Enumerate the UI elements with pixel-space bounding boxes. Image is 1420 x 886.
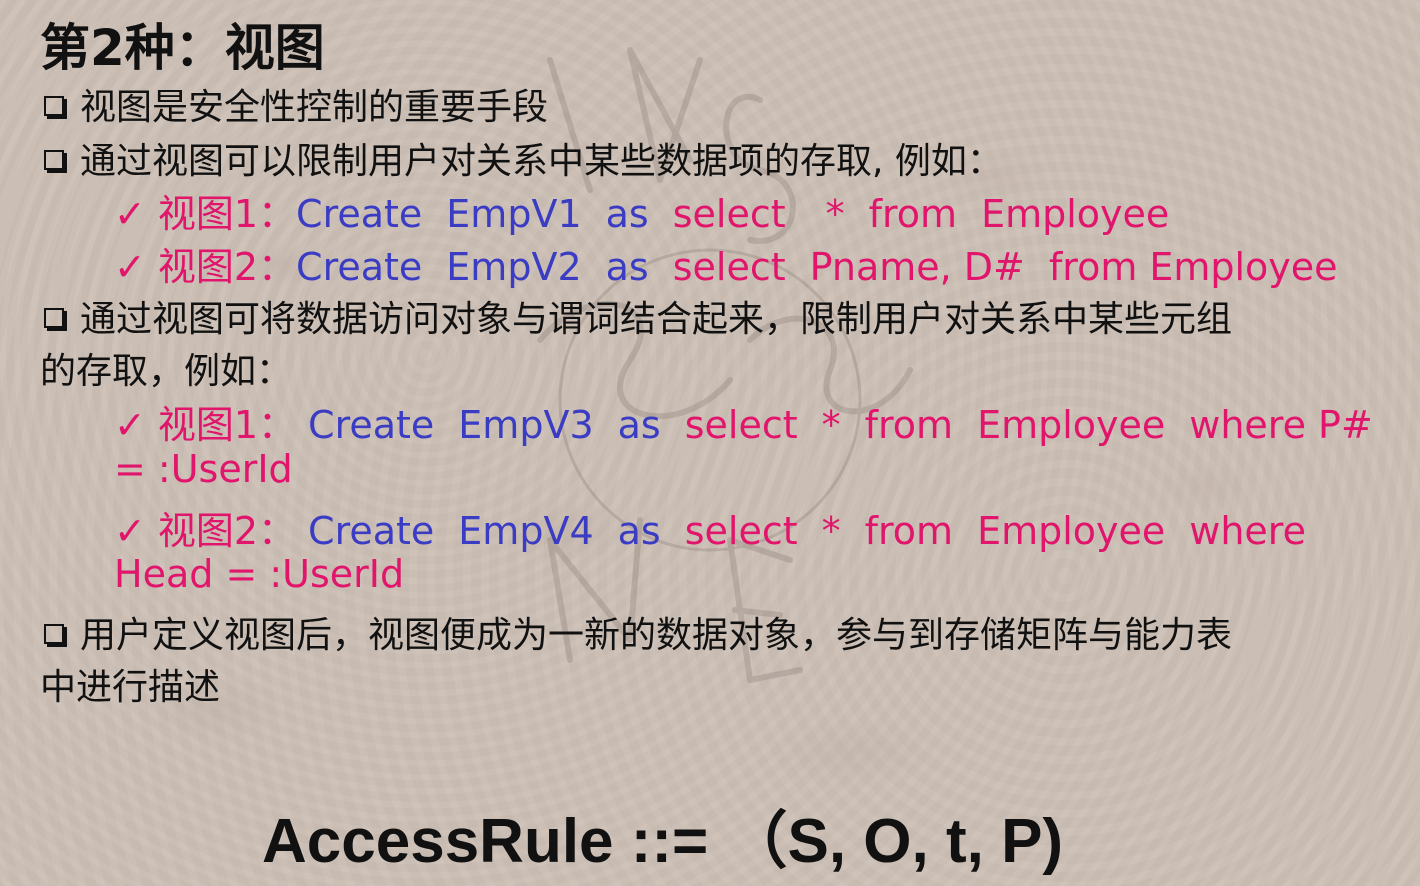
bullet-4-text: 用户定义视图后，视图便成为一新的数据对象，参与到存储矩阵与能力表 [80,615,1233,656]
check-icon: ✓ [114,403,146,447]
sql-columns: * [821,509,841,553]
sql-keyword-select: select [684,509,798,553]
access-rule-formula: AccessRule ::= （S, O, t, P) [262,807,1064,876]
bullet-4: 用户定义视图后，视图便成为一新的数据对象，参与到存储矩阵与能力表 [44,606,1232,658]
sql-columns: Pname, D# [809,245,1025,289]
sql-columns: * [825,192,845,236]
bullet-4-continuation: 中进行描述 [40,667,221,708]
sql-table: Employee [977,403,1166,447]
sql-keyword-as: as [605,245,649,289]
sql-keyword-select: select [672,245,786,289]
sql-table: Employee [977,509,1166,553]
view-name: EmpV3 [458,403,594,447]
sql-keyword-from: from [1048,245,1138,289]
sql-keyword-create: Create [296,245,423,289]
bullet-3: 通过视图可将数据访问对象与谓词结合起来，限制用户对关系中某些元组 [44,290,1232,342]
sql-keyword-as: as [617,509,661,553]
example-label: 视图2： [157,245,297,289]
view-name: EmpV2 [446,245,582,289]
example-view-2: ✓ 视图2：Create EmpV2 as select Pname, D# from Emp… [114,236,1338,291]
example-view-3-continuation: = :UserId [114,447,293,491]
example-label: 视图1： [157,192,297,236]
square-bullet-icon [44,96,64,116]
square-bullet-icon [44,308,64,328]
sql-keyword-create: Create [308,509,435,553]
example-label: 视图1： [157,403,297,447]
slide: 第2种：视图 视图是安全性控制的重要手段 通过视图可以限制用户对关系中某些数据项… [0,0,1420,886]
sql-columns: * [821,403,841,447]
sql-table: Employee [981,192,1170,236]
bullet-3-continuation: 的存取，例如： [40,351,293,392]
bullet-1-text: 视图是安全性控制的重要手段 [80,87,549,128]
sql-keyword-from: from [864,509,954,553]
sql-keyword-create: Create [308,403,435,447]
square-bullet-icon [44,624,64,644]
sql-keyword-from: from [864,403,954,447]
sql-table: Employee [1149,245,1338,289]
page-title: 第2种：视图 [40,19,325,77]
sql-keyword-as: as [605,192,649,236]
bullet-2-text: 通过视图可以限制用户对关系中某些数据项的存取, 例如： [80,141,1003,182]
check-icon: ✓ [114,509,146,553]
view-name: EmpV1 [446,192,582,236]
bullet-1: 视图是安全性控制的重要手段 [44,78,548,130]
example-view-3: ✓ 视图1： Create EmpV3 as select * from Employee whe… [114,394,1373,449]
sql-where-clause: where [1189,509,1306,553]
sql-keyword-select: select [684,403,798,447]
example-view-1: ✓ 视图1：Create EmpV1 as select * from Employee [114,183,1169,238]
check-icon: ✓ [114,245,146,289]
check-icon: ✓ [114,192,146,236]
example-view-4: ✓ 视图2： Create EmpV4 as select * from Employee whe… [114,500,1306,555]
sql-keyword-from: from [868,192,958,236]
sql-keyword-create: Create [296,192,423,236]
sql-keyword-as: as [617,403,661,447]
example-label: 视图2： [157,509,297,553]
example-view-4-continuation: Head = :UserId [114,552,405,596]
square-bullet-icon [44,150,64,170]
sql-where-clause: where P# [1189,403,1373,447]
bullet-2: 通过视图可以限制用户对关系中某些数据项的存取, 例如： [44,132,1003,184]
bullet-3-text: 通过视图可将数据访问对象与谓词结合起来，限制用户对关系中某些元组 [80,299,1233,340]
view-name: EmpV4 [458,509,594,553]
sql-keyword-select: select [672,192,786,236]
